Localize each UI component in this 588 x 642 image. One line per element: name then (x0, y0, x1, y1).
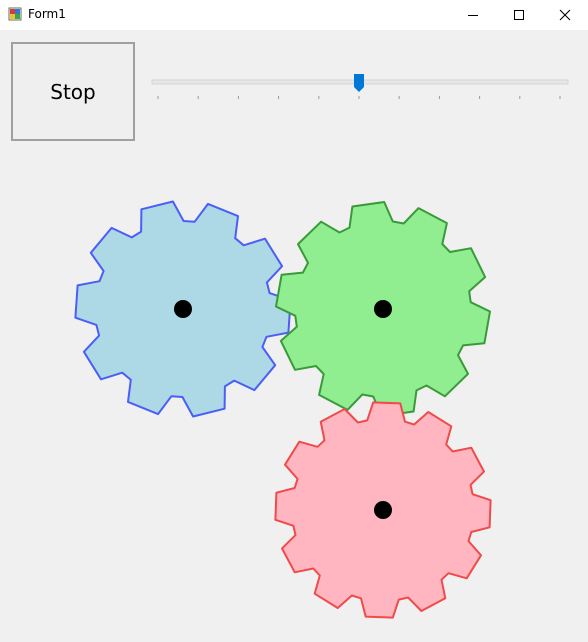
app-icon (8, 7, 22, 21)
title-bar: Form1 (0, 0, 588, 31)
maximize-icon (514, 10, 524, 20)
maximize-button[interactable] (496, 0, 542, 30)
blue-gear (74, 200, 292, 418)
green-gear (275, 201, 491, 417)
close-button[interactable] (542, 0, 588, 30)
minimize-button[interactable] (450, 0, 496, 30)
pink-gear-hub (374, 501, 392, 519)
pink-gear (274, 401, 492, 619)
minimize-icon (468, 15, 478, 16)
form-client-area: Stop (0, 30, 588, 642)
close-icon (559, 9, 571, 21)
blue-gear-hub (174, 300, 192, 318)
green-gear-hub (374, 300, 392, 318)
gear-canvas (74, 200, 492, 619)
window-title: Form1 (28, 7, 66, 21)
